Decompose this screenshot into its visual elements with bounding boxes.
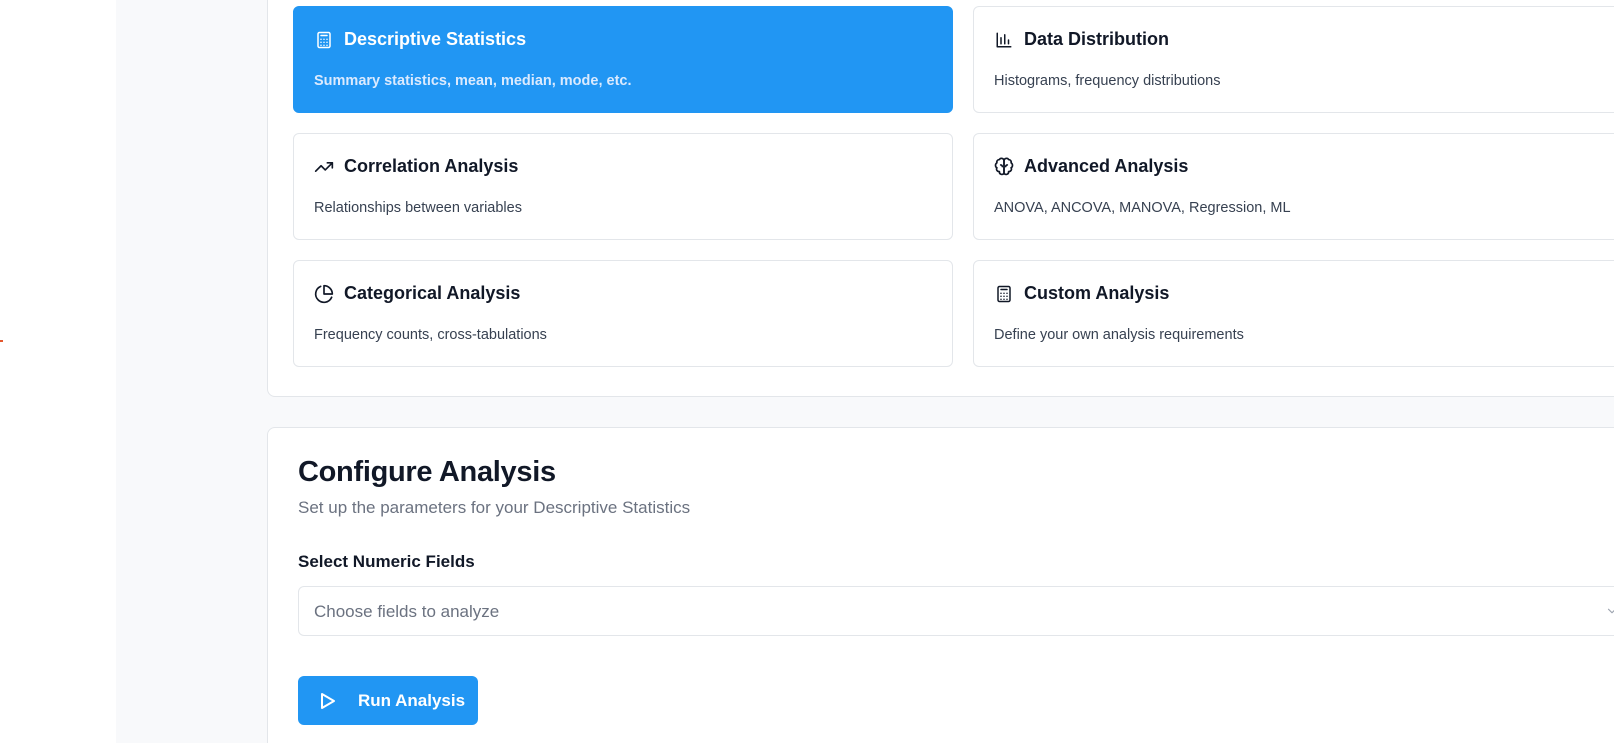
trending-up-icon: [314, 157, 334, 177]
analysis-type-custom-analysis[interactable]: Custom Analysis Define your own analysis…: [973, 260, 1614, 367]
configure-title: Configure Analysis: [298, 456, 556, 488]
analysis-type-advanced-analysis[interactable]: Advanced Analysis ANOVA, ANCOVA, MANOVA,…: [973, 133, 1614, 240]
analysis-type-description: ANOVA, ANCOVA, MANOVA, Regression, ML: [994, 200, 1291, 216]
page: Descriptive Statistics Summary statistic…: [0, 0, 1614, 743]
analysis-type-title: Categorical Analysis: [344, 283, 521, 303]
configure-subtitle: Set up the parameters for your Descripti…: [298, 498, 691, 517]
run-analysis-label: Run Analysis: [358, 690, 466, 710]
chevron-down-icon: [1605, 604, 1614, 618]
numeric-fields-select[interactable]: Choose fields to analyze: [298, 586, 1614, 636]
analysis-type-description: Frequency counts, cross-tabulations: [314, 327, 547, 343]
calculator-icon: [994, 284, 1014, 304]
left-sidebar: [0, 0, 116, 743]
analysis-type-correlation-analysis[interactable]: Correlation Analysis Relationships betwe…: [293, 133, 953, 240]
analysis-type-title: Custom Analysis: [1024, 283, 1170, 303]
analysis-type-panel: Descriptive Statistics Summary statistic…: [267, 0, 1614, 397]
sidebar-marker: [0, 340, 3, 342]
analysis-type-title: Data Distribution: [1024, 29, 1170, 49]
numeric-fields-placeholder: Choose fields to analyze: [314, 602, 500, 621]
analysis-type-description: Define your own analysis requirements: [994, 327, 1244, 343]
calculator-icon: [314, 30, 334, 50]
pie-chart-icon: [314, 284, 334, 304]
main-content: Descriptive Statistics Summary statistic…: [116, 0, 1614, 743]
play-icon: [320, 692, 336, 710]
analysis-type-description: Summary statistics, mean, median, mode, …: [314, 73, 632, 89]
analysis-type-title: Correlation Analysis: [344, 156, 519, 176]
analysis-type-categorical-analysis[interactable]: Categorical Analysis Frequency counts, c…: [293, 260, 953, 367]
run-analysis-button[interactable]: Run Analysis: [298, 676, 478, 725]
analysis-type-description: Histograms, frequency distributions: [994, 73, 1221, 89]
analysis-type-title: Advanced Analysis: [1024, 156, 1189, 176]
analysis-type-title: Descriptive Statistics: [344, 29, 527, 49]
analysis-type-descriptive-statistics[interactable]: Descriptive Statistics Summary statistic…: [293, 6, 953, 113]
configure-analysis-panel: Configure Analysis Set up the parameters…: [267, 427, 1614, 743]
numeric-fields-label: Select Numeric Fields: [298, 552, 475, 571]
analysis-type-description: Relationships between variables: [314, 200, 522, 216]
bar-chart-icon: [994, 30, 1014, 50]
analysis-type-data-distribution[interactable]: Data Distribution Histograms, frequency …: [973, 6, 1614, 113]
brain-icon: [994, 157, 1014, 177]
